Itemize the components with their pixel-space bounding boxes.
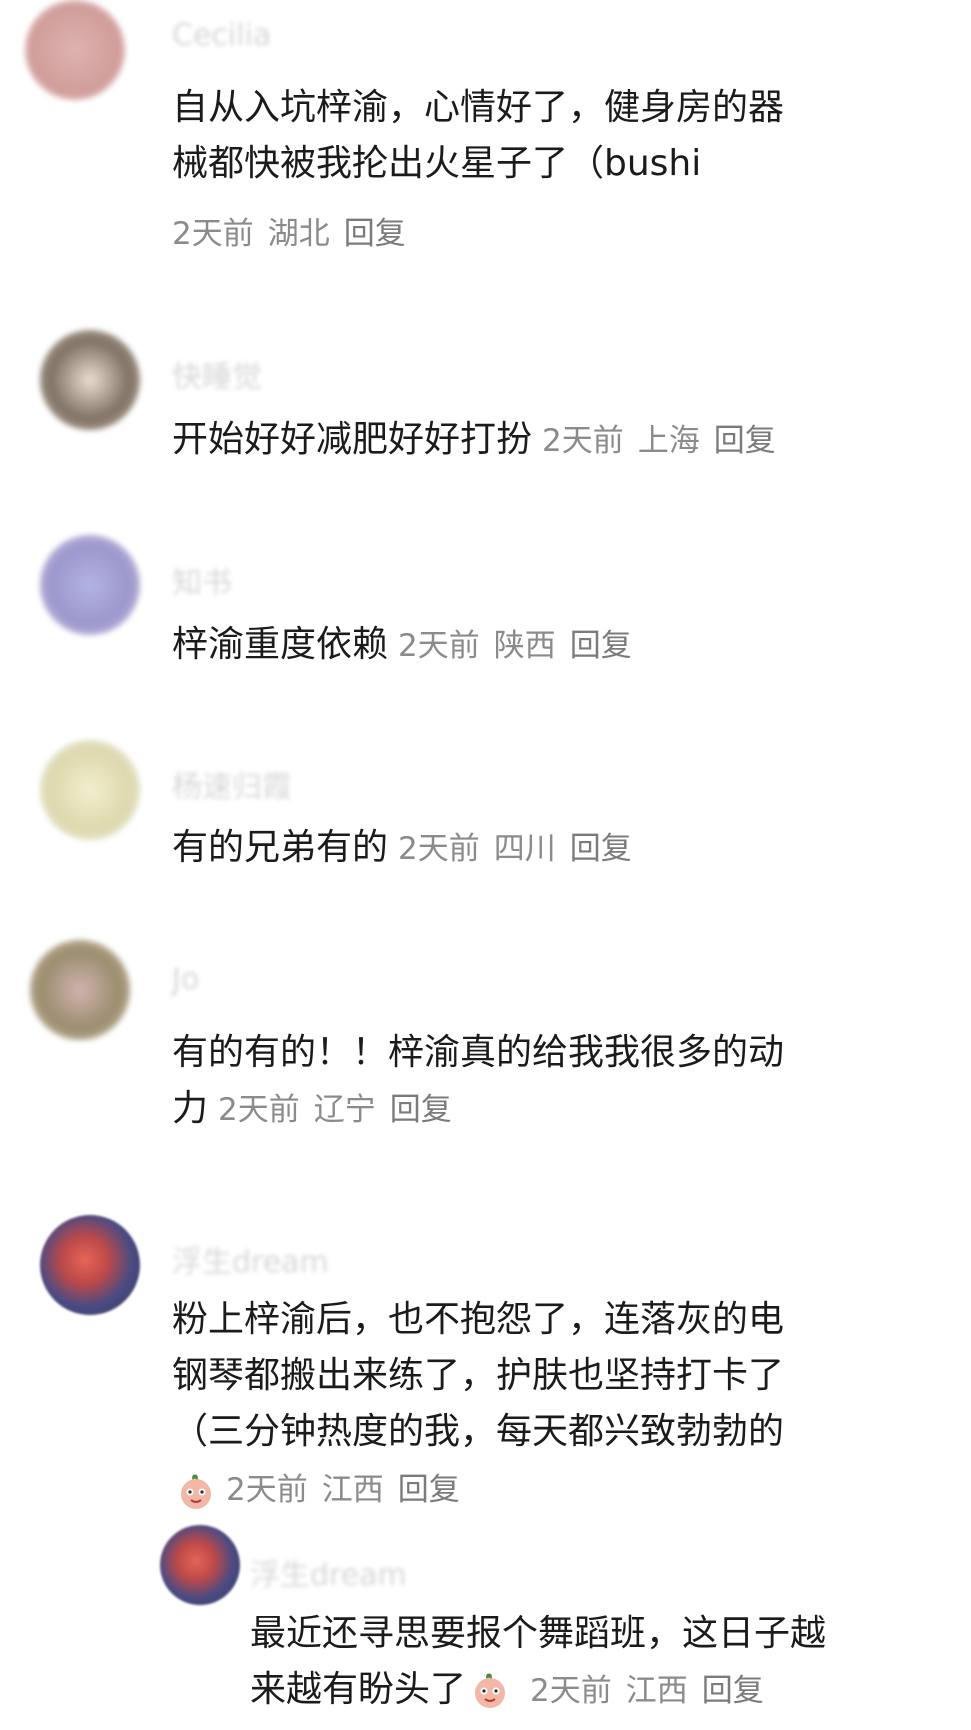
- username[interactable]: 浮生dream: [250, 1550, 407, 1594]
- username[interactable]: Jo: [172, 962, 199, 997]
- reply-button[interactable]: 回复: [344, 216, 406, 252]
- username[interactable]: 知书: [172, 558, 232, 602]
- reply-button[interactable]: 回复: [570, 628, 632, 664]
- comment-text: 有的有的！！梓渝真的给我我很多的动 力 2天前 辽宁 回复: [172, 1032, 785, 1129]
- user-avatar[interactable]: [30, 940, 130, 1040]
- comment-location: 上海: [637, 423, 700, 459]
- username[interactable]: Cecilia: [172, 18, 271, 53]
- user-avatar[interactable]: [25, 0, 125, 100]
- comment-time: 2天前: [530, 1673, 612, 1709]
- peach-emoji-icon: [181, 1474, 211, 1509]
- username[interactable]: 浮生dream: [172, 1237, 329, 1281]
- comment-text: 开始好好减肥好好打扮 2天前 上海 回复: [172, 419, 776, 460]
- reply-button[interactable]: 回复: [390, 1092, 452, 1128]
- user-avatar[interactable]: [40, 535, 140, 635]
- reply-button[interactable]: 回复: [702, 1673, 764, 1709]
- comment-location: 江西: [625, 1673, 688, 1709]
- comment-text: 梓渝重度依赖 2天前 陕西 回复: [172, 624, 632, 665]
- comment-text: 粉上梓渝后，也不抱怨了，连落灰的电 钢琴都搬出来练了，护肤也坚持打卡了 （三分钟…: [172, 1299, 785, 1452]
- comment-time: 2天前: [226, 1472, 308, 1508]
- reply-button[interactable]: 回复: [714, 423, 776, 459]
- username[interactable]: 杨速归霞: [172, 762, 292, 806]
- user-avatar[interactable]: [40, 1215, 140, 1315]
- comment-time: 2天前: [172, 216, 254, 252]
- comment-time: 2天前: [398, 831, 480, 867]
- user-avatar[interactable]: [160, 1525, 240, 1605]
- reply-button[interactable]: 回复: [398, 1472, 460, 1508]
- comment-location: 陕西: [493, 628, 556, 664]
- user-avatar[interactable]: [40, 740, 140, 840]
- username[interactable]: 快睡觉: [172, 352, 262, 396]
- comment-meta: 2天前 湖北 回复: [172, 208, 420, 253]
- reply-button[interactable]: 回复: [570, 831, 632, 867]
- peach-emoji-icon: [475, 1673, 506, 1708]
- comment-location: 江西: [321, 1472, 384, 1508]
- comment-text: 最近还寻思要报个舞蹈班，这日子越 来越有盼头了 2天前 江西 回复: [250, 1613, 827, 1710]
- comment-meta: 2天前 江西 回复: [176, 1464, 474, 1512]
- comment-location: 湖北: [267, 216, 330, 252]
- comment-location: 辽宁: [313, 1092, 376, 1128]
- comment-text: 有的兄弟有的 2天前 四川 回复: [172, 827, 632, 868]
- comment-time: 2天前: [542, 423, 624, 459]
- comment-time: 2天前: [398, 628, 480, 664]
- comment-time: 2天前: [218, 1092, 300, 1128]
- comment-location: 四川: [493, 831, 556, 867]
- user-avatar[interactable]: [40, 330, 140, 430]
- comment-text: 自从入坑梓渝，心情好了，健身房的器 械都快被我抡出火星子了（bushi: [172, 87, 785, 184]
